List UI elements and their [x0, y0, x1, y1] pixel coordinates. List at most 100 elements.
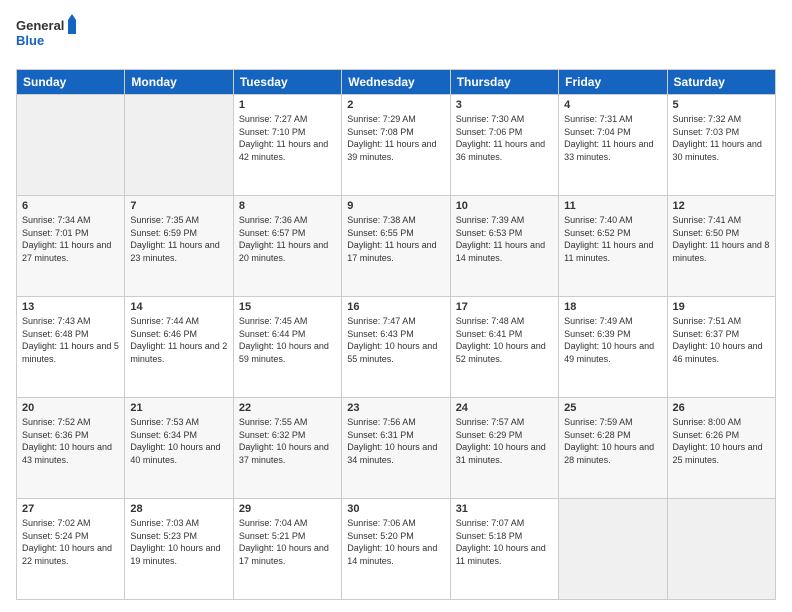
calendar-cell: 23 Sunrise: 7:56 AM Sunset: 6:31 PM Dayli… [342, 398, 450, 499]
calendar-cell: 25Sunrise: 7:59 AM Sunset: 6:28 PM Dayli… [559, 398, 667, 499]
calendar-cell [559, 499, 667, 600]
calendar-cell [17, 95, 125, 196]
day-number: 28 [130, 503, 227, 515]
day-number: 8 [239, 200, 336, 212]
day-number: 6 [22, 200, 119, 212]
calendar-header-tuesday: Tuesday [233, 70, 341, 95]
calendar-cell: 14 Sunrise: 7:44 AM Sunset: 6:46 PM Dayli… [125, 297, 233, 398]
day-info: Sunrise: 7:41 AM Sunset: 6:50 PM Dayligh… [673, 214, 770, 264]
day-info: Sunrise: 7:07 AM Sunset: 5:18 PM Dayligh… [456, 517, 553, 567]
day-number: 20 [22, 402, 119, 414]
calendar-cell: 7 Sunrise: 7:35 AM Sunset: 6:59 PM Daylig… [125, 196, 233, 297]
calendar-cell: 2 Sunrise: 7:29 AM Sunset: 7:08 PM Daylig… [342, 95, 450, 196]
day-info: Sunrise: 7:43 AM Sunset: 6:48 PM Dayligh… [22, 315, 119, 365]
calendar-cell: 30Sunrise: 7:06 AM Sunset: 5:20 PM Dayli… [342, 499, 450, 600]
day-info: Sunrise: 7:38 AM Sunset: 6:55 PM Dayligh… [347, 214, 444, 264]
day-info: Sunrise: 7:56 AM Sunset: 6:31 PM Dayligh… [347, 416, 444, 466]
day-number: 19 [673, 301, 770, 313]
logo-icon: General Blue [16, 12, 76, 56]
day-number: 1 [239, 99, 336, 111]
day-info: Sunrise: 7:44 AM Sunset: 6:46 PM Dayligh… [130, 315, 227, 365]
calendar-cell: 16 Sunrise: 7:47 AM Sunset: 6:43 PM Dayli… [342, 297, 450, 398]
calendar-table: SundayMondayTuesdayWednesdayThursdayFrid… [16, 69, 776, 600]
day-info: Sunrise: 7:49 AM Sunset: 6:39 PM Dayligh… [564, 315, 661, 365]
calendar-cell: 5 Sunrise: 7:32 AM Sunset: 7:03 PM Daylig… [667, 95, 775, 196]
svg-text:Blue: Blue [16, 33, 44, 48]
day-info: Sunrise: 7:02 AM Sunset: 5:24 PM Dayligh… [22, 517, 119, 567]
calendar-week-row: 1Sunrise: 7:27 AM Sunset: 7:10 PM Daylig… [17, 95, 776, 196]
day-info: Sunrise: 7:39 AM Sunset: 6:53 PM Dayligh… [456, 214, 553, 264]
day-info: Sunrise: 7:35 AM Sunset: 6:59 PM Dayligh… [130, 214, 227, 264]
calendar-header-saturday: Saturday [667, 70, 775, 95]
day-number: 7 [130, 200, 227, 212]
day-info: Sunrise: 7:53 AM Sunset: 6:34 PM Dayligh… [130, 416, 227, 466]
day-number: 21 [130, 402, 227, 414]
calendar-cell: 1Sunrise: 7:27 AM Sunset: 7:10 PM Daylig… [233, 95, 341, 196]
calendar-header-wednesday: Wednesday [342, 70, 450, 95]
day-number: 4 [564, 99, 661, 111]
header: General Blue [16, 12, 776, 61]
day-info: Sunrise: 7:47 AM Sunset: 6:43 PM Dayligh… [347, 315, 444, 365]
logo: General Blue [16, 12, 76, 61]
calendar-cell: 29Sunrise: 7:04 AM Sunset: 5:21 PM Dayli… [233, 499, 341, 600]
calendar-week-row: 20 Sunrise: 7:52 AM Sunset: 6:36 PM Dayli… [17, 398, 776, 499]
calendar-cell: 22Sunrise: 7:55 AM Sunset: 6:32 PM Dayli… [233, 398, 341, 499]
day-number: 14 [130, 301, 227, 313]
calendar-header-friday: Friday [559, 70, 667, 95]
day-number: 15 [239, 301, 336, 313]
calendar-cell: 9 Sunrise: 7:38 AM Sunset: 6:55 PM Daylig… [342, 196, 450, 297]
day-number: 17 [456, 301, 553, 313]
calendar-header-monday: Monday [125, 70, 233, 95]
calendar-week-row: 6 Sunrise: 7:34 AM Sunset: 7:01 PM Daylig… [17, 196, 776, 297]
day-number: 3 [456, 99, 553, 111]
calendar-cell: 8Sunrise: 7:36 AM Sunset: 6:57 PM Daylig… [233, 196, 341, 297]
day-info: Sunrise: 7:40 AM Sunset: 6:52 PM Dayligh… [564, 214, 661, 264]
calendar-cell: 18Sunrise: 7:49 AM Sunset: 6:39 PM Dayli… [559, 297, 667, 398]
day-number: 2 [347, 99, 444, 111]
day-number: 22 [239, 402, 336, 414]
calendar-cell: 17 Sunrise: 7:48 AM Sunset: 6:41 PM Dayli… [450, 297, 558, 398]
calendar-cell: 15 Sunrise: 7:45 AM Sunset: 6:44 PM Dayli… [233, 297, 341, 398]
day-number: 23 [347, 402, 444, 414]
calendar-cell: 27 Sunrise: 7:02 AM Sunset: 5:24 PM Dayli… [17, 499, 125, 600]
calendar-cell: 28Sunrise: 7:03 AM Sunset: 5:23 PM Dayli… [125, 499, 233, 600]
day-info: Sunrise: 7:52 AM Sunset: 6:36 PM Dayligh… [22, 416, 119, 466]
day-info: Sunrise: 7:59 AM Sunset: 6:28 PM Dayligh… [564, 416, 661, 466]
day-info: Sunrise: 7:32 AM Sunset: 7:03 PM Dayligh… [673, 113, 770, 163]
calendar-cell [125, 95, 233, 196]
calendar-header-row: SundayMondayTuesdayWednesdayThursdayFrid… [17, 70, 776, 95]
day-info: Sunrise: 7:45 AM Sunset: 6:44 PM Dayligh… [239, 315, 336, 365]
calendar-cell: 31 Sunrise: 7:07 AM Sunset: 5:18 PM Dayli… [450, 499, 558, 600]
day-info: Sunrise: 7:57 AM Sunset: 6:29 PM Dayligh… [456, 416, 553, 466]
day-number: 27 [22, 503, 119, 515]
day-number: 12 [673, 200, 770, 212]
day-number: 26 [673, 402, 770, 414]
day-number: 5 [673, 99, 770, 111]
day-info: Sunrise: 7:29 AM Sunset: 7:08 PM Dayligh… [347, 113, 444, 163]
day-number: 11 [564, 200, 661, 212]
calendar-cell: 24 Sunrise: 7:57 AM Sunset: 6:29 PM Dayli… [450, 398, 558, 499]
calendar-cell: 6 Sunrise: 7:34 AM Sunset: 7:01 PM Daylig… [17, 196, 125, 297]
calendar-cell: 11 Sunrise: 7:40 AM Sunset: 6:52 PM Dayli… [559, 196, 667, 297]
calendar-cell: 12 Sunrise: 7:41 AM Sunset: 6:50 PM Dayli… [667, 196, 775, 297]
page: General Blue SundayMondayTuesdayWednesda… [0, 0, 792, 612]
calendar-cell: 19Sunrise: 7:51 AM Sunset: 6:37 PM Dayli… [667, 297, 775, 398]
calendar-cell: 4 Sunrise: 7:31 AM Sunset: 7:04 PM Daylig… [559, 95, 667, 196]
day-number: 13 [22, 301, 119, 313]
day-number: 24 [456, 402, 553, 414]
day-info: Sunrise: 7:34 AM Sunset: 7:01 PM Dayligh… [22, 214, 119, 264]
day-number: 16 [347, 301, 444, 313]
day-number: 9 [347, 200, 444, 212]
calendar-header-thursday: Thursday [450, 70, 558, 95]
day-info: Sunrise: 7:31 AM Sunset: 7:04 PM Dayligh… [564, 113, 661, 163]
svg-text:General: General [16, 18, 64, 33]
calendar-cell: 26 Sunrise: 8:00 AM Sunset: 6:26 PM Dayli… [667, 398, 775, 499]
calendar-week-row: 13 Sunrise: 7:43 AM Sunset: 6:48 PM Dayli… [17, 297, 776, 398]
day-info: Sunrise: 7:06 AM Sunset: 5:20 PM Dayligh… [347, 517, 444, 567]
calendar-cell: 20 Sunrise: 7:52 AM Sunset: 6:36 PM Dayli… [17, 398, 125, 499]
day-info: Sunrise: 7:48 AM Sunset: 6:41 PM Dayligh… [456, 315, 553, 365]
day-info: Sunrise: 8:00 AM Sunset: 6:26 PM Dayligh… [673, 416, 770, 466]
day-number: 31 [456, 503, 553, 515]
day-number: 29 [239, 503, 336, 515]
day-info: Sunrise: 7:30 AM Sunset: 7:06 PM Dayligh… [456, 113, 553, 163]
